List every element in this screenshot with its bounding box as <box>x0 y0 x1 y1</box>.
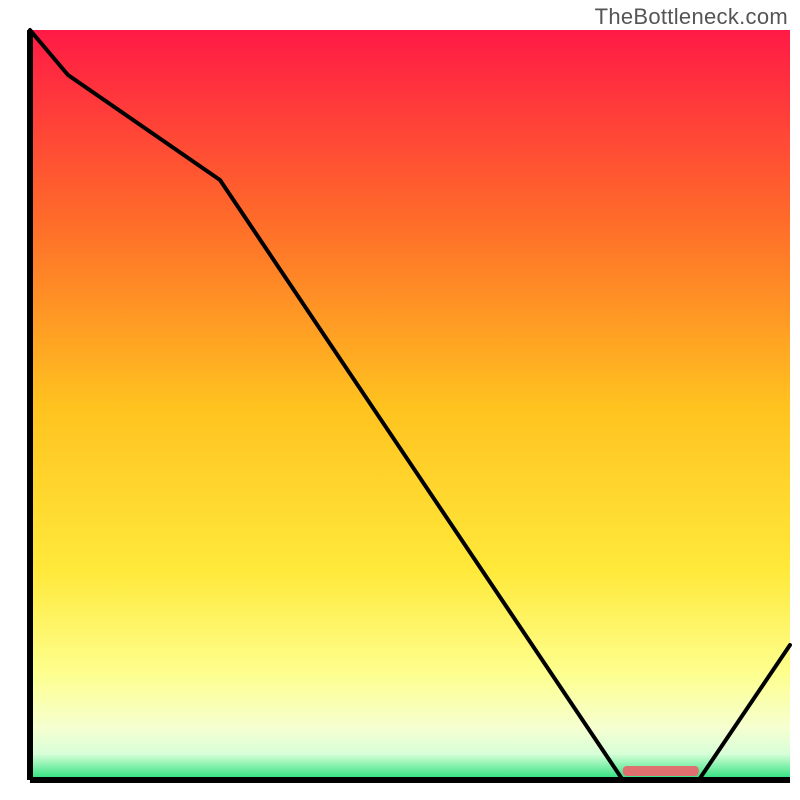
bottleneck-chart <box>0 0 800 800</box>
watermark-text: TheBottleneck.com <box>595 4 788 30</box>
optimum-marker <box>623 766 699 776</box>
gradient-background <box>30 30 790 780</box>
chart-container: TheBottleneck.com <box>0 0 800 800</box>
